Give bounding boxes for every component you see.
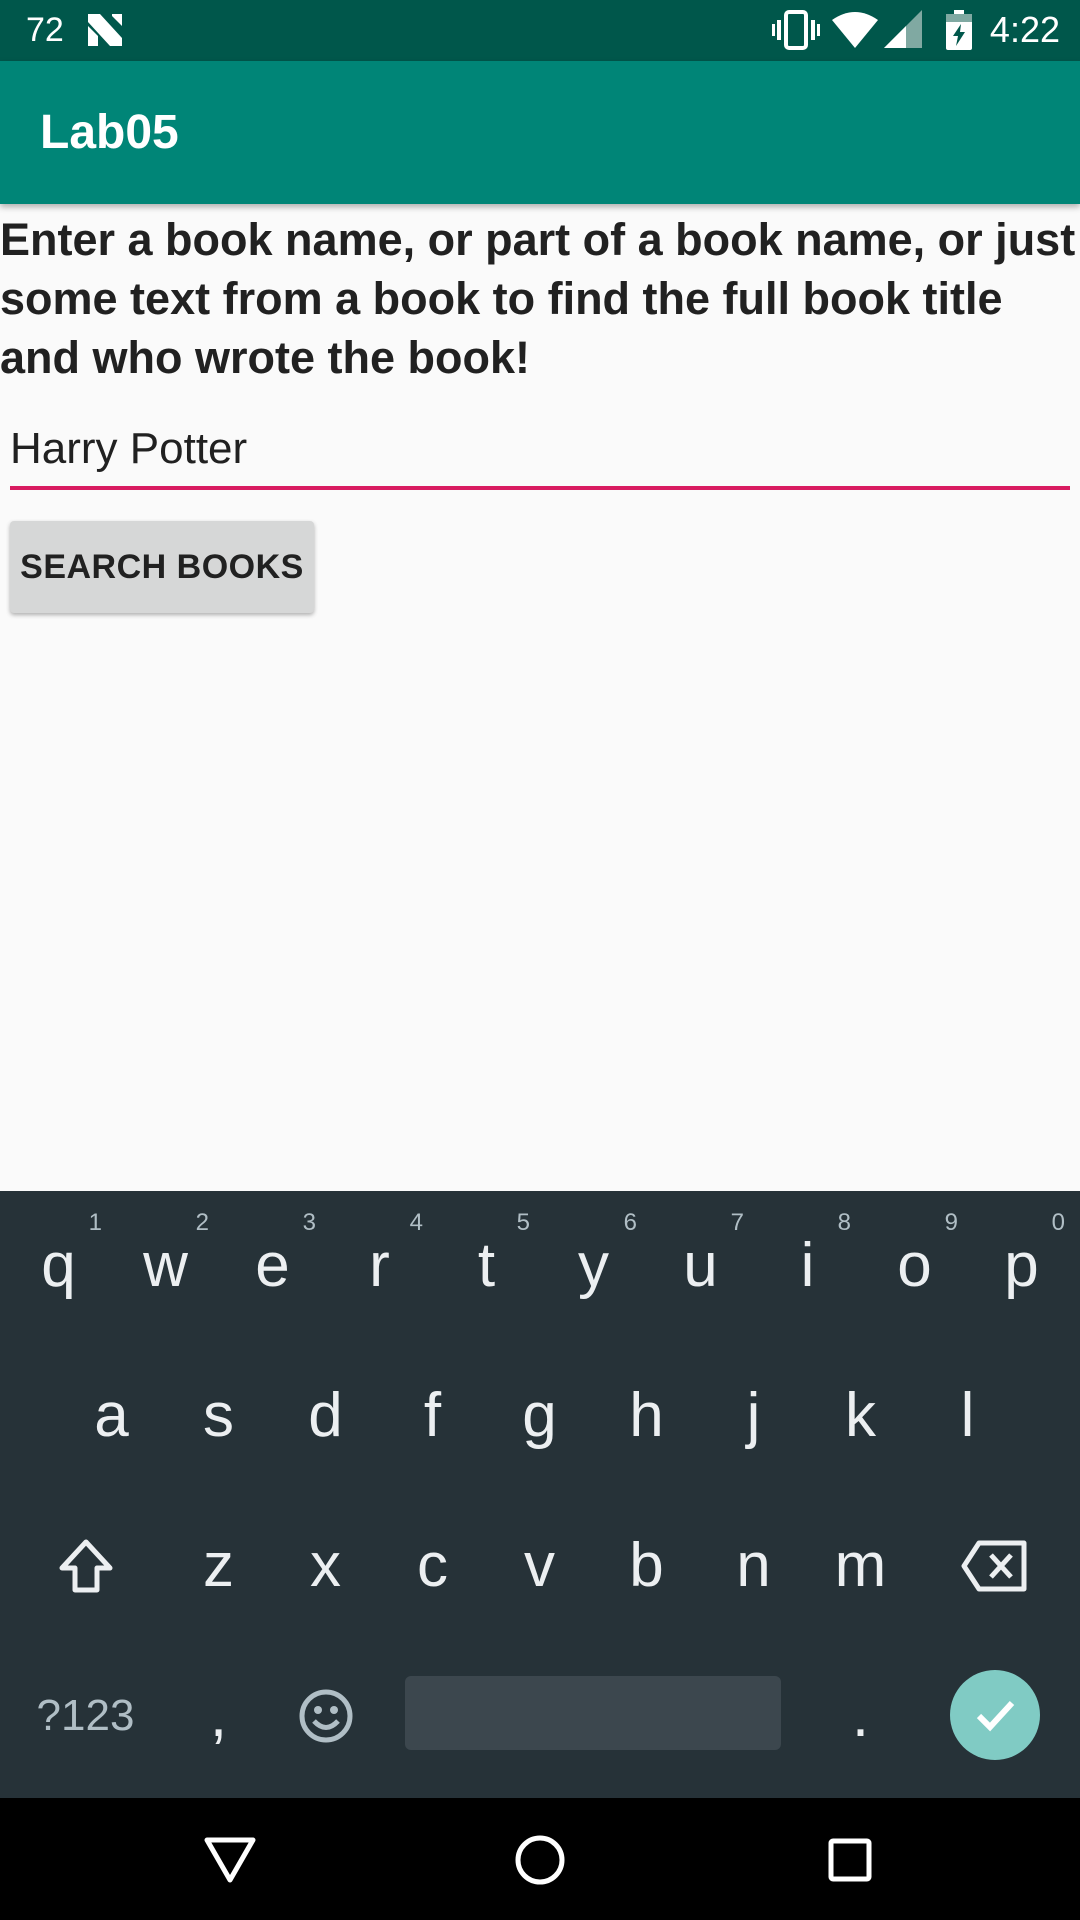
key-hint: 9 <box>944 1209 958 1236</box>
shift-icon <box>59 1539 112 1593</box>
key-q[interactable]: q1 <box>5 1191 112 1341</box>
key-v[interactable]: v <box>486 1491 593 1641</box>
wifi-icon <box>831 12 878 48</box>
key-label: v <box>524 1531 555 1600</box>
signal-icon <box>883 10 922 48</box>
key-n[interactable]: n <box>700 1491 807 1641</box>
period-key[interactable]: . <box>807 1641 914 1791</box>
key-r[interactable]: r4 <box>326 1191 433 1341</box>
key-h[interactable]: h <box>593 1341 700 1491</box>
emoji-icon <box>299 1689 352 1743</box>
status-number: 72 <box>26 11 64 49</box>
key-label: l <box>960 1381 975 1450</box>
key-label: d <box>308 1381 343 1450</box>
key-label: c <box>417 1531 448 1600</box>
key-c[interactable]: c <box>379 1491 486 1641</box>
key-o[interactable]: o9 <box>861 1191 968 1341</box>
key-b[interactable]: b <box>593 1491 700 1641</box>
key-label: u <box>683 1231 718 1300</box>
search-books-button[interactable]: SEARCH BOOKS <box>10 521 314 613</box>
key-m[interactable]: m <box>807 1491 914 1641</box>
key-e[interactable]: e3 <box>219 1191 326 1341</box>
keyboard-row-2: asdfghjkl <box>0 1341 1080 1491</box>
key-l[interactable]: l <box>914 1341 1021 1491</box>
key-s[interactable]: s <box>165 1341 272 1491</box>
shift-key[interactable] <box>32 1491 139 1641</box>
key-hint: 5 <box>516 1209 530 1236</box>
key-label: n <box>736 1531 771 1600</box>
key-label: t <box>477 1231 496 1300</box>
key-label: s <box>203 1381 234 1450</box>
key-label: x <box>310 1531 341 1600</box>
instructions-text: Enter a book name, or part of a book nam… <box>0 214 1076 383</box>
key-label: g <box>522 1381 557 1450</box>
key-label: y <box>578 1231 609 1300</box>
key-y[interactable]: y6 <box>540 1191 647 1341</box>
key-hint: 3 <box>302 1209 316 1236</box>
key-t[interactable]: t5 <box>433 1191 540 1341</box>
key-hint: 4 <box>409 1209 423 1236</box>
battery-charging-icon <box>945 10 972 50</box>
home-icon[interactable] <box>512 1832 568 1888</box>
key-hint: 0 <box>1051 1209 1065 1236</box>
key-z[interactable]: z <box>165 1491 272 1641</box>
key-hint: 7 <box>730 1209 744 1236</box>
navigation-bar <box>0 1798 1080 1920</box>
key-i[interactable]: i8 <box>754 1191 861 1341</box>
backspace-icon <box>961 1540 1026 1592</box>
key-j[interactable]: j <box>700 1341 807 1491</box>
backspace-key[interactable] <box>940 1491 1047 1641</box>
key-label: p <box>1004 1231 1039 1300</box>
key-label: r <box>369 1231 390 1300</box>
key-d[interactable]: d <box>272 1341 379 1491</box>
enter-check-icon <box>976 1700 1015 1732</box>
space-bar[interactable] <box>405 1676 781 1750</box>
key-p[interactable]: p0 <box>968 1191 1075 1341</box>
key-hint: 1 <box>88 1209 102 1236</box>
key-label: k <box>845 1381 876 1450</box>
app-title: Lab05 <box>40 106 179 159</box>
key-u[interactable]: u7 <box>647 1191 754 1341</box>
key-hint: 2 <box>195 1209 209 1236</box>
key-label: f <box>423 1381 442 1450</box>
key-label: w <box>143 1231 188 1300</box>
symbols-key[interactable]: ?123 <box>32 1641 139 1791</box>
key-k[interactable]: k <box>807 1341 914 1491</box>
key-label: a <box>94 1381 129 1450</box>
back-icon[interactable] <box>202 1832 258 1888</box>
key-w[interactable]: w2 <box>112 1191 219 1341</box>
key-x[interactable]: x <box>272 1491 379 1641</box>
key-label: j <box>746 1381 761 1450</box>
keyboard-row-3: z x c v b nm <box>0 1491 1080 1641</box>
book-search-input[interactable] <box>10 420 1070 490</box>
key-label: q <box>41 1231 76 1300</box>
key-label: b <box>629 1531 664 1600</box>
emoji-key[interactable] <box>272 1641 379 1791</box>
key-label: z <box>203 1531 234 1600</box>
key-f[interactable]: f <box>379 1341 486 1491</box>
status-time: 4:22 <box>989 9 1060 50</box>
vibrate-icon <box>771 10 820 50</box>
key-a[interactable]: a <box>58 1341 165 1491</box>
keyboard-row-1: q1w2e3r4t5y6u7i8o9p0 <box>0 1191 1080 1341</box>
key-label: h <box>629 1381 664 1450</box>
key-label: i <box>800 1231 815 1300</box>
key-hint: 8 <box>837 1209 851 1236</box>
status-bar: 72 4:22 <box>0 0 1080 61</box>
key-label: o <box>897 1231 932 1300</box>
key-label: m <box>834 1531 887 1600</box>
key-label: e <box>255 1231 290 1300</box>
enter-key[interactable] <box>950 1670 1040 1760</box>
key-hint: 6 <box>623 1209 637 1236</box>
app-bar: Lab05 <box>0 61 1080 204</box>
n-icon <box>88 14 122 46</box>
comma-key[interactable]: , <box>165 1641 272 1791</box>
recents-icon[interactable] <box>822 1832 878 1888</box>
key-g[interactable]: g <box>486 1341 593 1491</box>
